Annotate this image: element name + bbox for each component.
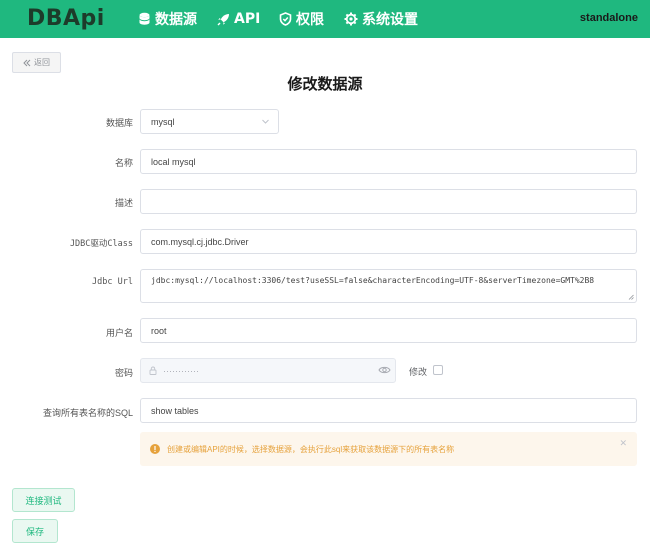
shield-icon xyxy=(279,12,292,26)
username-label: 用户名 xyxy=(105,328,133,338)
jdbc-driver-input[interactable]: com.mysql.cj.jdbc.Driver xyxy=(140,229,637,254)
description-input[interactable] xyxy=(140,189,637,214)
database-select[interactable]: mysql xyxy=(140,109,279,134)
password-input[interactable]: ············ xyxy=(140,358,396,383)
double-chevron-left-icon xyxy=(23,59,31,66)
page-title: 修改数据源 xyxy=(287,76,363,93)
jdbc-url-textarea-value: jdbc:mysql://localhost:3306/test?useSSL=… xyxy=(151,276,595,285)
warning-alert: 创建或编辑API的时候，选择数据源，会执行此sql来获取该数据源下的所有表名称 … xyxy=(140,432,637,466)
chevron-down-icon xyxy=(262,119,269,124)
nav-label-api: API xyxy=(234,11,261,27)
modify-password-checkbox[interactable] xyxy=(433,365,443,375)
database-select-value: mysql xyxy=(151,116,175,127)
top-navbar: DBApi 数据源 API 权限 系统设置 standalone xyxy=(0,0,650,38)
tables-sql-input-value: show tables xyxy=(151,405,199,416)
tables-sql-label: 查询所有表名称的SQL xyxy=(42,408,133,418)
nav-item-settings[interactable]: 系统设置 xyxy=(344,10,418,28)
eye-icon[interactable] xyxy=(378,365,391,375)
name-input[interactable]: local mysql xyxy=(140,149,637,174)
warning-alert-text: 创建或编辑API的时候，选择数据源，会执行此sql来获取该数据源下的所有表名称 xyxy=(167,444,455,454)
current-user[interactable]: standalone xyxy=(580,12,638,24)
name-input-value: local mysql xyxy=(151,156,196,167)
nav-item-api[interactable]: API xyxy=(217,10,260,28)
jdbc-url-textarea[interactable]: jdbc:mysql://localhost:3306/test?useSSL=… xyxy=(140,269,637,303)
nav-item-permission[interactable]: 权限 xyxy=(279,10,324,28)
jdbc-url-label: Jdbc Url xyxy=(92,277,133,287)
test-connection-button[interactable]: 连接测试 xyxy=(12,488,75,512)
gear-icon xyxy=(344,12,358,26)
app-logo[interactable]: DBApi xyxy=(27,6,105,31)
rocket-icon xyxy=(217,13,229,25)
lock-icon xyxy=(149,366,157,375)
username-input-value: root xyxy=(151,325,167,336)
nav-label-datasource: 数据源 xyxy=(155,12,197,28)
jdbc-driver-input-value: com.mysql.cj.jdbc.Driver xyxy=(151,236,249,247)
password-input-value: ············ xyxy=(163,365,199,376)
database-label: 数据库 xyxy=(105,118,133,128)
warning-icon xyxy=(150,444,160,454)
nav-label-permission: 权限 xyxy=(296,12,324,28)
name-label: 名称 xyxy=(114,158,133,168)
nav-label-settings: 系统设置 xyxy=(362,12,418,28)
nav-item-datasource[interactable]: 数据源 xyxy=(138,10,197,28)
username-input[interactable]: root xyxy=(140,318,637,343)
database-icon xyxy=(139,12,150,25)
close-icon[interactable]: ✕ xyxy=(619,438,627,449)
save-button[interactable]: 保存 xyxy=(12,519,58,543)
password-label: 密码 xyxy=(114,368,133,378)
modify-password-label: 修改 xyxy=(409,367,428,377)
tables-sql-input[interactable]: show tables xyxy=(140,398,637,423)
back-button[interactable]: 返回 xyxy=(12,52,61,73)
resize-handle-icon[interactable] xyxy=(628,294,634,300)
description-label: 描述 xyxy=(114,198,133,208)
back-button-label: 返回 xyxy=(34,58,50,67)
jdbc-driver-label: JDBC驱动Class xyxy=(69,239,133,249)
